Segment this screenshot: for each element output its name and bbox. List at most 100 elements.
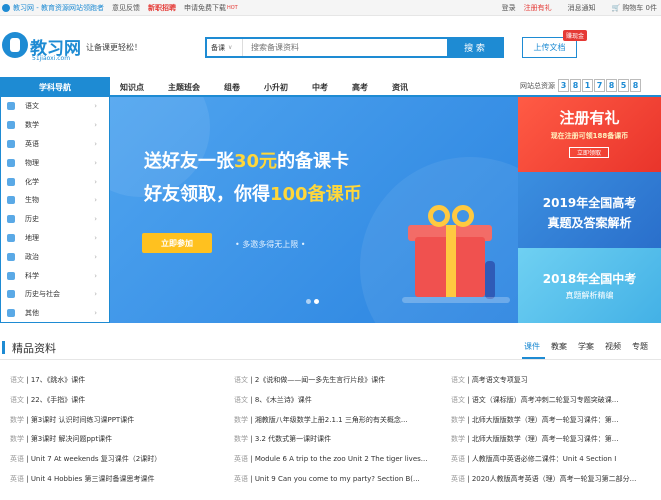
list-item[interactable]: 英语 | 2020人教版高考英语（理）高考一轮复习第二部分...: [451, 474, 659, 494]
list-item-subject: 英语: [451, 455, 465, 464]
messages-link[interactable]: 消息通知: [568, 3, 596, 13]
sidebar-item-chinese[interactable]: 语文 ›: [1, 97, 109, 116]
list-item[interactable]: 英语 | Unit 9 Can you come to my party? Se…: [234, 474, 442, 494]
search-category-select[interactable]: 备课 ∨: [207, 39, 243, 56]
list-item[interactable]: 语文 | 2《说和做——闻一多先生言行片段》课件: [234, 375, 442, 395]
letter-icon: [7, 139, 15, 148]
subject-sidebar: 语文 › 数学 › 英语 › 物理 › 化学 › 生物 › 历史 › 地理 › 政治 › 科学 › …: [0, 97, 110, 323]
list-item[interactable]: 语文 | 22、《手指》课件: [10, 395, 218, 415]
nav-link-zhongkao[interactable]: 中考: [312, 82, 328, 93]
list-item-subject: 语文: [451, 395, 465, 404]
list-item-title: 2《说和做——闻一多先生言行片段》课件: [254, 376, 386, 384]
nav-link-gaokao[interactable]: 高考: [352, 82, 368, 93]
jobs-link[interactable]: 新职招聘: [148, 3, 176, 13]
list-item[interactable]: 英语 | Unit 4 Hobbies 第三课时备课思考课件: [10, 474, 218, 494]
feedback-link[interactable]: 意见反馈: [112, 3, 140, 13]
ad-gaokao-2019[interactable]: 2019年全国高考 真题及答案解析: [518, 172, 661, 248]
sidebar-item-history[interactable]: 历史 ›: [1, 210, 109, 229]
nav-link-paper[interactable]: 组卷: [224, 82, 240, 93]
ad-register-button[interactable]: 立即领取: [569, 147, 609, 158]
sidebar-item-science[interactable]: 科学 ›: [1, 266, 109, 285]
login-link[interactable]: 登录: [502, 3, 516, 13]
sidebar-item-politics[interactable]: 政治 ›: [1, 247, 109, 266]
list-item-subject: 英语: [10, 455, 24, 464]
promo-banner[interactable]: 送好友一张30元的备课卡 好友领取，你得100备课币 立即参加 • 多邀多得无上…: [110, 97, 518, 323]
visits-digit: 1: [582, 79, 593, 92]
list-item[interactable]: 数学 | 北师大版版数学（理）高考一轮复习课件：第...: [451, 434, 659, 454]
ad-zhongkao-2018[interactable]: 2018年全国中考 真题解析精编: [518, 248, 661, 323]
sidebar-item-physics[interactable]: 物理 ›: [1, 153, 109, 172]
list-item[interactable]: 数学 | 北师大版版数学（理）高考一轮复习课件：第...: [451, 415, 659, 435]
sidebar-item-english[interactable]: 英语 ›: [1, 135, 109, 154]
site-logo[interactable]: 教习网 51jiaoxi.com: [2, 30, 81, 64]
list-item[interactable]: 语文 | 8、《木兰诗》课件: [234, 395, 442, 415]
atom-icon: [7, 158, 15, 167]
sidebar-item-label: 英语: [25, 139, 39, 148]
carousel-dot-active[interactable]: [314, 299, 319, 304]
list-item-subject: 数学: [10, 435, 24, 444]
join-button[interactable]: 立即参加: [142, 233, 212, 253]
ad-register[interactable]: 注册有礼 现在注册可领188备课币 立即领取: [518, 97, 661, 172]
list-item-subject: 数学: [451, 435, 465, 444]
people-icon: [7, 290, 15, 299]
visits-digit: 8: [630, 79, 641, 92]
sidebar-item-biology[interactable]: 生物 ›: [1, 191, 109, 210]
list-item[interactable]: 语文 | 高考语文专项复习: [451, 375, 659, 395]
list-item-title: 高考语文专项复习: [471, 376, 528, 384]
top-bar: 教习网 - 教育资源网站领跑者 意见反馈 新职招聘 申请免费下载 HOT 登录 注…: [0, 0, 661, 16]
list-item[interactable]: 数学 | 第3课时 解决问题ppt课件: [10, 434, 218, 454]
resource-column-1: 语文 | 17、《跳水》课件 语文 | 22、《手指》课件 数学 | 第3课时 …: [10, 375, 218, 494]
list-item-subject: 英语: [234, 474, 248, 483]
sidebar-item-other[interactable]: 其他 ›: [1, 304, 109, 323]
search-button[interactable]: 搜 索: [447, 39, 502, 56]
chevron-right-icon: ›: [94, 252, 97, 261]
flask-icon: [7, 177, 15, 186]
tab-study-plans[interactable]: 学案: [578, 341, 594, 352]
microscope-icon: [7, 271, 15, 280]
download-app-link[interactable]: 申请免费下载 HOT: [184, 3, 238, 13]
sidebar-item-geography[interactable]: 地理 ›: [1, 229, 109, 248]
list-item[interactable]: 数学 | 湘教版八年级数学上册2.1.1 三角形的有关概念...: [234, 415, 442, 435]
nav-link-xiaoshengchu[interactable]: 小升初: [264, 82, 288, 93]
tab-courseware[interactable]: 课件: [524, 341, 540, 352]
list-item-title: 17、《跳水》课件: [30, 376, 86, 384]
register-link[interactable]: 注册有礼: [524, 3, 552, 13]
tab-topics[interactable]: 专题: [632, 341, 648, 352]
list-item[interactable]: 数学 | 第3课时 认识时间练习课PPT课件: [10, 415, 218, 435]
sidebar-item-chemistry[interactable]: 化学 ›: [1, 172, 109, 191]
carousel-dot[interactable]: [306, 299, 311, 304]
nav-link-knowledge[interactable]: 知识点: [120, 82, 144, 93]
banner-ground: [402, 297, 510, 303]
chevron-right-icon: ›: [94, 102, 97, 111]
tab-videos[interactable]: 视频: [605, 341, 621, 352]
banner-line-1-highlight: 30元: [234, 151, 278, 172]
list-item-title: Unit 7 At weekends 复习课件（2课时）: [30, 455, 162, 464]
list-item[interactable]: 英语 | Unit 7 At weekends 复习课件（2课时）: [10, 454, 218, 474]
sidebar-item-history-society[interactable]: 历史与社会 ›: [1, 285, 109, 304]
visits-digit: 8: [606, 79, 617, 92]
search-category-label: 备课: [211, 43, 225, 52]
nav-link-class-meeting[interactable]: 主题班会: [168, 82, 200, 93]
list-item[interactable]: 英语 | Module 6 A trip to the zoo Unit 2 T…: [234, 454, 442, 474]
tab-lesson-plans[interactable]: 教案: [551, 341, 567, 352]
list-item-subject: 语文: [234, 395, 248, 404]
nav-links: 知识点 主题班会 组卷 小升初 中考 高考 资讯: [120, 77, 432, 97]
list-item-title: 8、《木兰诗》课件: [254, 395, 312, 404]
brand-link[interactable]: 教习网 - 教育资源网站领跑者: [13, 3, 104, 13]
search-input[interactable]: [243, 39, 447, 56]
list-item[interactable]: 语文 | 17、《跳水》课件: [10, 375, 218, 395]
visits-label: 网站总资源: [520, 81, 555, 90]
carousel-dots: [306, 299, 322, 304]
cart-link[interactable]: 🛒 购物车 0件: [612, 3, 657, 13]
chevron-right-icon: ›: [94, 158, 97, 167]
list-item-title: 湘教版八年级数学上册2.1.1 三角形的有关概念...: [254, 415, 408, 424]
list-item-subject: 语文: [451, 376, 465, 384]
list-item[interactable]: 数学 | 3.2 代数式第一课时课件: [234, 434, 442, 454]
list-item[interactable]: 语文 | 语文（课标版）高考冲刺二轮复习专题突破课...: [451, 395, 659, 415]
banner-line-2: 好友领取，你得100备课币: [144, 180, 362, 206]
list-item[interactable]: 英语 | 人教版高中英语必修二课件：Unit 4 Section Ⅰ: [451, 454, 659, 474]
grid-icon: [7, 309, 15, 318]
section-title: 精品资料: [12, 342, 56, 355]
nav-link-news[interactable]: 资讯: [392, 82, 408, 93]
sidebar-item-math[interactable]: 数学 ›: [1, 116, 109, 135]
